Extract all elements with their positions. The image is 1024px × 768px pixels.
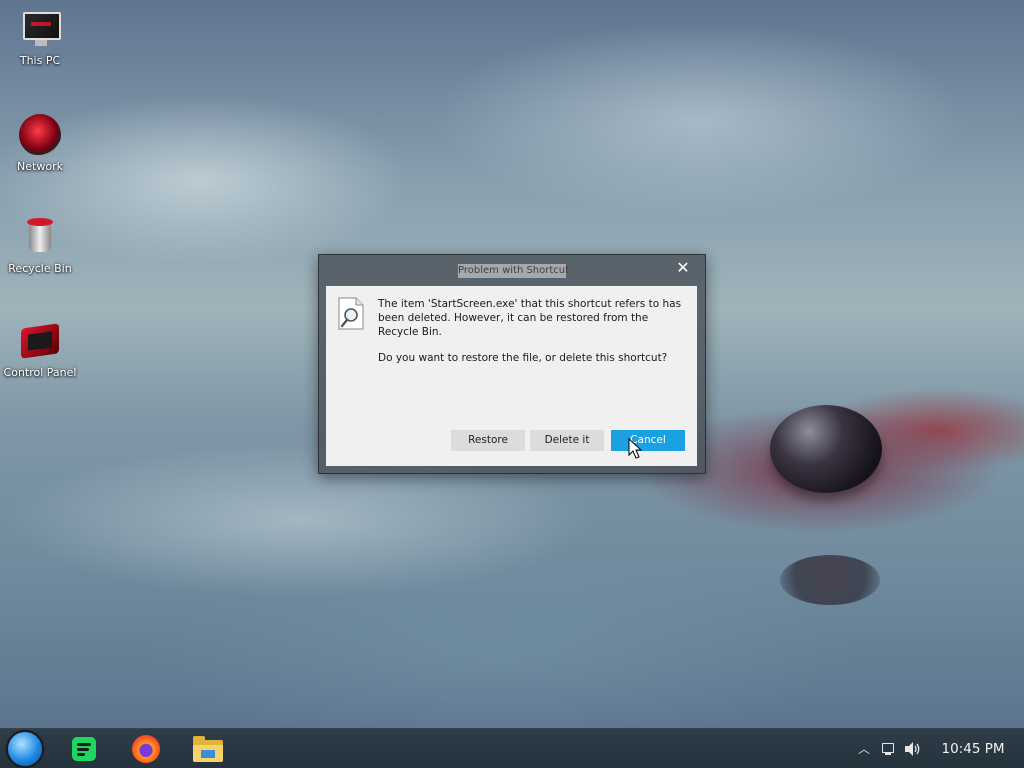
dialog-title: Problem with Shortcut bbox=[458, 264, 570, 278]
restore-button[interactable]: Restore bbox=[451, 430, 525, 451]
dialog-message: The item 'StartScreen.exe' that this sho… bbox=[378, 297, 690, 365]
delete-it-button[interactable]: Delete it bbox=[530, 430, 604, 451]
recycle-bin-icon bbox=[19, 216, 61, 258]
dialog-message-text: The item 'StartScreen.exe' that this sho… bbox=[378, 298, 682, 338]
desktop-icon-network[interactable]: Network bbox=[2, 114, 78, 173]
wallpaper-water-drop bbox=[770, 405, 882, 493]
desktop-icon-control-panel[interactable]: Control Panel bbox=[2, 320, 78, 379]
cancel-button[interactable]: Cancel bbox=[611, 430, 685, 451]
taskbar-app-spotify[interactable] bbox=[64, 731, 104, 767]
start-orb-icon bbox=[8, 732, 42, 766]
computer-icon bbox=[19, 8, 61, 50]
control-panel-icon bbox=[19, 320, 61, 362]
network-status-icon[interactable] bbox=[878, 729, 898, 768]
close-icon[interactable]: ✕ bbox=[669, 257, 697, 281]
spotify-icon bbox=[72, 737, 96, 761]
desktop-icon-label: Control Panel bbox=[3, 366, 77, 379]
dialog-question-text: Do you want to restore the file, or dele… bbox=[378, 352, 668, 364]
shortcut-problem-dialog: Problem with Shortcut ✕ The item 'StartS… bbox=[318, 254, 706, 474]
desktop: This PC Network Recycle Bin Control Pane… bbox=[0, 0, 1024, 768]
firefox-icon bbox=[132, 735, 160, 763]
mouse-cursor-icon bbox=[628, 438, 642, 459]
taskbar-app-firefox[interactable] bbox=[126, 731, 166, 767]
wallpaper-reflection bbox=[780, 555, 880, 605]
taskbar-app-file-explorer[interactable] bbox=[188, 731, 228, 767]
desktop-icon-recycle-bin[interactable]: Recycle Bin bbox=[2, 216, 78, 275]
dialog-titlebar[interactable]: Problem with Shortcut ✕ bbox=[319, 255, 705, 285]
start-button[interactable] bbox=[6, 731, 46, 767]
chevron-up-icon[interactable]: ︿ bbox=[854, 729, 874, 768]
desktop-icon-label: Recycle Bin bbox=[8, 262, 72, 275]
volume-icon[interactable] bbox=[902, 729, 924, 768]
document-search-icon bbox=[338, 297, 364, 330]
desktop-icon-label: This PC bbox=[19, 54, 61, 67]
desktop-icon-label: Network bbox=[17, 160, 63, 173]
desktop-icon-this-pc[interactable]: This PC bbox=[2, 8, 78, 67]
taskbar: ︿ 10:45 PM bbox=[0, 728, 1024, 768]
network-icon bbox=[19, 114, 61, 156]
taskbar-clock[interactable]: 10:45 PM bbox=[938, 729, 1008, 768]
